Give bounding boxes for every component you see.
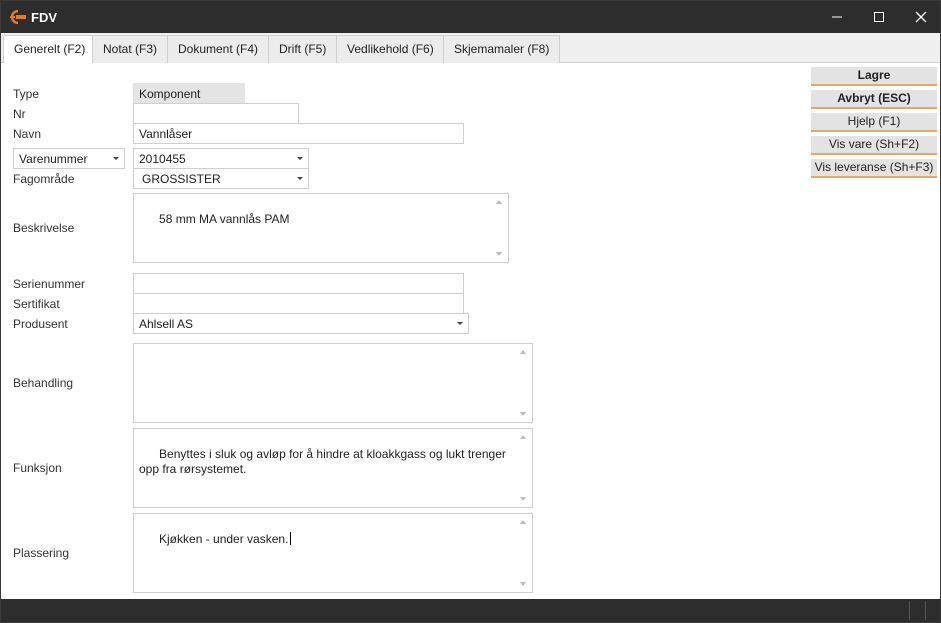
sertifikat-field[interactable] (133, 293, 464, 314)
status-separator (909, 601, 910, 620)
sertifikat-label: Sertifikat (13, 297, 60, 311)
nr-field[interactable] (133, 103, 299, 124)
save-button[interactable]: Lagre (811, 67, 937, 86)
scrollbar[interactable] (515, 430, 531, 506)
close-button[interactable] (900, 1, 941, 33)
tab-generelt[interactable]: Generelt (F2) (3, 35, 97, 64)
beskrivelse-label: Beskrivelse (13, 221, 75, 235)
behandling-label: Behandling (13, 376, 74, 390)
varenummer-selector[interactable]: Varenummer (13, 148, 125, 169)
scroll-down-icon (496, 252, 502, 256)
chevron-down-icon (297, 157, 303, 160)
scroll-up-icon (496, 200, 502, 204)
produsent-value: Ahlsell AS (139, 317, 194, 331)
tab-vedlikehold[interactable]: Vedlikehold (F6) (336, 35, 445, 63)
varenummer-value: 2010455 (139, 152, 186, 166)
fagomrade-label: Fagområde (13, 172, 75, 186)
beskrivelse-textarea[interactable]: 58 mm MA vannlås PAM (133, 193, 509, 263)
text-cursor (290, 532, 292, 545)
tab-dokument[interactable]: Dokument (F4) (167, 35, 270, 63)
window-title: FDV (31, 10, 57, 25)
behandling-textarea[interactable] (133, 343, 533, 423)
close-icon (915, 11, 927, 23)
maximize-button[interactable] (858, 1, 900, 33)
plassering-textarea[interactable]: Kjøkken - under vasken. (133, 513, 533, 593)
chevron-down-icon (457, 322, 463, 325)
fagomrade-dropdown[interactable]: GROSSISTER (133, 168, 309, 189)
type-label: Type (13, 87, 40, 101)
scroll-down-icon (520, 412, 526, 416)
fdv-logo-icon (9, 9, 27, 25)
navn-field[interactable]: Vannlåser (133, 123, 464, 144)
serienummer-label: Serienummer (13, 277, 86, 291)
maximize-icon (874, 12, 884, 22)
varenummer-selector-value: Varenummer (19, 152, 88, 166)
scroll-up-icon (520, 350, 526, 354)
type-field: Komponent (133, 83, 245, 104)
serienummer-field[interactable] (133, 273, 464, 294)
chevron-down-icon (113, 157, 119, 160)
status-bar (1, 599, 940, 622)
tab-skjemamaler[interactable]: Skjemamaler (F8) (443, 35, 561, 63)
status-separator (925, 601, 926, 620)
beskrivelse-value: 58 mm MA vannlås PAM (159, 212, 290, 226)
plassering-label: Plassering (13, 546, 70, 560)
varenummer-dropdown[interactable]: 2010455 (133, 148, 309, 169)
show-item-button[interactable]: Vis vare (Sh+F2) (811, 136, 937, 155)
navn-label: Navn (13, 127, 42, 141)
minimize-icon (832, 16, 842, 18)
scroll-up-icon (520, 520, 526, 524)
cancel-button[interactable]: Avbryt (ESC) (811, 90, 937, 109)
show-delivery-button[interactable]: Vis leveranse (Sh+F3) (811, 159, 937, 178)
scrollbar[interactable] (515, 515, 531, 591)
form-panel: Type Komponent Nr Navn Vannlåser Varenum… (1, 63, 940, 599)
funksjon-label: Funksjon (13, 461, 62, 475)
scroll-down-icon (520, 582, 526, 586)
plassering-value: Kjøkken - under vasken. (159, 532, 289, 546)
scroll-up-icon (520, 435, 526, 439)
chevron-down-icon (297, 177, 303, 180)
title-bar: FDV (1, 1, 940, 33)
produsent-label: Produsent (13, 317, 68, 331)
scrollbar[interactable] (491, 195, 507, 261)
minimize-button[interactable] (816, 1, 858, 33)
produsent-dropdown[interactable]: Ahlsell AS (133, 313, 469, 334)
help-button[interactable]: Hjelp (F1) (811, 113, 937, 132)
funksjon-value: Benyttes i sluk og avløp for å hindre at… (139, 447, 510, 476)
fagomrade-value: GROSSISTER (142, 172, 221, 186)
tab-drift[interactable]: Drift (F5) (268, 35, 338, 63)
tab-notat[interactable]: Notat (F3) (92, 35, 169, 63)
scroll-down-icon (520, 497, 526, 501)
funksjon-textarea[interactable]: Benyttes i sluk og avløp for å hindre at… (133, 428, 533, 508)
tab-strip: Generelt (F2) Notat (F3) Dokument (F4) D… (1, 33, 940, 64)
nr-label: Nr (13, 107, 26, 121)
fdv-window: FDV Generelt (F2) Notat (F3) Dokument (F… (0, 0, 941, 623)
scrollbar[interactable] (515, 345, 531, 421)
